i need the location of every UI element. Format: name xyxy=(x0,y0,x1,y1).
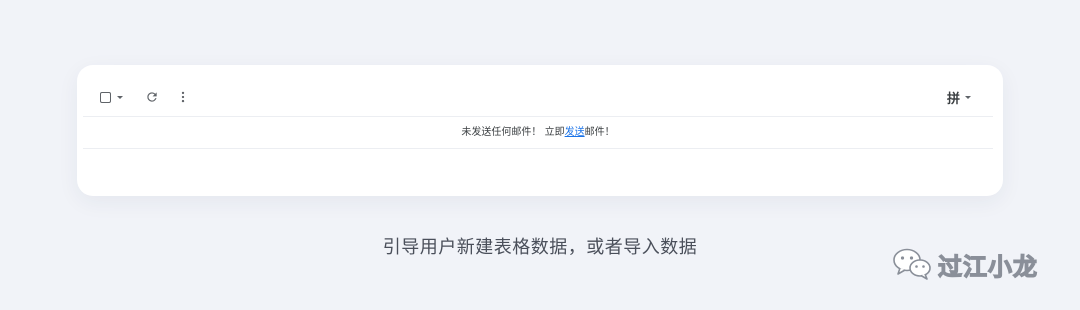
select-all-dropdown[interactable] xyxy=(94,87,128,107)
input-method-label[interactable]: 拼 xyxy=(947,88,960,107)
empty-state-message: 未发送任何邮件！ 立即发送邮件！ xyxy=(83,122,993,144)
caret-down-icon[interactable] xyxy=(116,95,123,99)
more-options-button[interactable] xyxy=(173,87,193,107)
mail-list-card: 拼 未发送任何邮件！ 立即发送邮件！ xyxy=(77,65,1003,196)
refresh-button[interactable] xyxy=(142,87,162,107)
empty-state-suffix: 邮件！ xyxy=(584,127,615,138)
caret-down-icon[interactable] xyxy=(965,95,971,99)
wechat-icon xyxy=(893,248,931,280)
more-vertical-icon[interactable] xyxy=(176,90,190,104)
watermark: 过江小龙 xyxy=(892,244,1038,284)
empty-state-text: 未发送任何邮件！ 立即 xyxy=(461,127,565,138)
input-method-selector[interactable]: 拼 xyxy=(942,87,976,107)
divider xyxy=(83,116,993,117)
checkbox-icon[interactable] xyxy=(99,91,111,103)
send-link[interactable]: 发送 xyxy=(565,127,585,138)
refresh-icon[interactable] xyxy=(145,90,159,104)
toolbar: 拼 xyxy=(77,65,1003,117)
divider xyxy=(83,148,993,149)
watermark-text: 过江小龙 xyxy=(937,252,1038,281)
